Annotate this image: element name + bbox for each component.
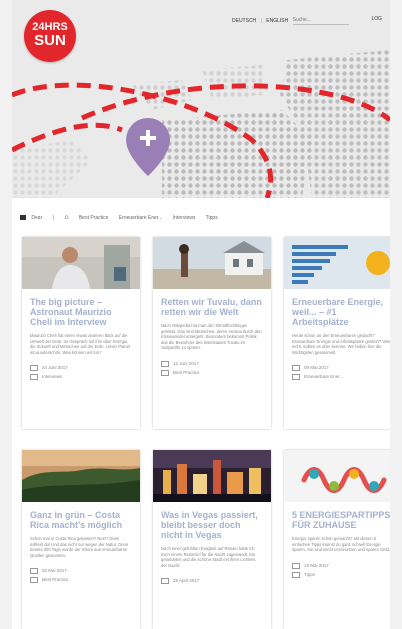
hero-map-banner: 24HRS SUN DEUTSCH | ENGLISH LOG — [12, 0, 390, 198]
article-title[interactable]: 5 ENERGIESPARTIPPS FÜR ZUHAUSE — [292, 510, 390, 530]
article-card[interactable]: The big picture – Astronaut Maurizio Che… — [22, 237, 140, 429]
brand-logo[interactable]: 24HRS SUN — [24, 10, 76, 62]
tag-icon — [292, 374, 300, 381]
article-category[interactable]: Interviews — [42, 374, 62, 379]
calendar-icon — [292, 562, 300, 569]
article-image-energy-tips[interactable] — [284, 450, 390, 502]
article-category[interactable]: Best Practice — [173, 370, 200, 375]
tag-icon — [30, 577, 38, 584]
article-meta: 09 Mai 2017 Erneuerbare Ener... — [292, 363, 390, 381]
article-image-energy-chart[interactable] — [284, 237, 390, 289]
search-input[interactable] — [292, 16, 349, 25]
article-meta: 19 Mai 2017 Tipps — [292, 561, 390, 579]
article-date: 12 Juni 2017 — [173, 360, 199, 366]
login-link[interactable]: LOG — [371, 16, 382, 22]
article-card[interactable]: Erneuerbare Energie, weil... – #1 Arbeit… — [284, 237, 390, 429]
tag-icon — [30, 374, 38, 381]
article-title[interactable]: Retten wir Tuvalu, dann retten wir die W… — [161, 297, 263, 317]
flag-icon — [20, 215, 26, 221]
article-image-tuvalu[interactable] — [153, 237, 271, 289]
article-excerpt: Nach Wikipedia hat man den Klimaflüchtli… — [161, 323, 262, 351]
article-meta: 02 Mai 2017 Best Practice — [30, 566, 132, 584]
language-separator: | — [260, 17, 262, 24]
article-excerpt: Maurizio Cheli hat einen etwas anderen B… — [30, 333, 131, 355]
article-excerpt: Schon mal in Costa Rica gewesen? Nein? D… — [30, 536, 129, 558]
home-icon[interactable]: ⌂ — [64, 214, 68, 221]
article-image-astronaut[interactable] — [22, 237, 140, 289]
calendar-icon — [30, 365, 38, 372]
article-meta: 26 April 2017 — [161, 576, 263, 585]
calendar-icon — [161, 360, 169, 367]
article-card[interactable]: Ganz in grün – Costa Rica macht's möglic… — [22, 450, 140, 629]
calendar-icon — [30, 568, 38, 575]
article-title[interactable]: Erneuerbare Energie, weil... – #1 Arbeit… — [292, 297, 390, 327]
article-excerpt: Energie sparen schon gemacht? Mit diesen… — [292, 536, 390, 553]
article-date: 19 Mai 2017 — [304, 562, 329, 568]
filter-item[interactable]: Tipps — [206, 215, 218, 221]
filter-item[interactable]: Dear — [31, 215, 42, 221]
article-category[interactable]: Best Practice — [42, 577, 69, 582]
article-date: 02 Mai 2017 — [42, 568, 67, 574]
article-card[interactable]: Retten wir Tuvalu, dann retten wir die W… — [153, 237, 271, 429]
divider: | — [52, 215, 54, 221]
filter-item[interactable]: Erneuerbare Ener... — [119, 215, 163, 221]
article-image-las-vegas[interactable] — [153, 450, 271, 502]
tag-icon — [161, 369, 169, 376]
filter-item[interactable]: Best Practice — [79, 215, 108, 221]
page: 24HRS SUN DEUTSCH | ENGLISH LOG Dear | ⌂… — [12, 0, 390, 629]
article-meta: 24 Juni 2017 Interviews — [30, 363, 132, 381]
article-card[interactable]: Was in Vegas passiert, bleibt besser doc… — [153, 450, 271, 629]
article-title[interactable]: Was in Vegas passiert, bleibt besser doc… — [161, 510, 263, 540]
language-en-link[interactable]: ENGLISH — [266, 18, 288, 24]
calendar-icon — [161, 578, 169, 585]
article-date: 24 Juni 2017 — [42, 365, 68, 371]
language-de-link[interactable]: DEUTSCH — [232, 18, 256, 24]
article-category[interactable]: Tipps — [304, 572, 315, 577]
article-excerpt: Heute schon an den Erneuerbaren gedacht?… — [292, 333, 390, 355]
article-category[interactable]: Erneuerbare Ener... — [304, 374, 343, 379]
article-title[interactable]: The big picture – Astronaut Maurizio Che… — [30, 297, 132, 327]
tag-icon — [292, 571, 300, 578]
article-image-costa-rica[interactable] — [22, 450, 140, 502]
category-filter-bar: Dear | ⌂ Best Practice Erneuerbare Ener.… — [20, 212, 382, 224]
article-date: 09 Mai 2017 — [304, 365, 329, 371]
article-date: 26 April 2017 — [173, 578, 200, 584]
filter-item[interactable]: Interviews — [173, 215, 196, 221]
top-navigation: DEUTSCH | ENGLISH — [232, 16, 349, 25]
article-card[interactable]: 5 ENERGIESPARTIPPS FÜR ZUHAUSE Energie s… — [284, 450, 390, 629]
article-excerpt: Nach einer gefühlten Ewigkeit auf Reisen… — [161, 546, 257, 568]
calendar-icon — [292, 365, 300, 372]
article-meta: 12 Juni 2017 Best Practice — [161, 359, 263, 377]
article-title[interactable]: Ganz in grün – Costa Rica macht's möglic… — [30, 510, 132, 530]
